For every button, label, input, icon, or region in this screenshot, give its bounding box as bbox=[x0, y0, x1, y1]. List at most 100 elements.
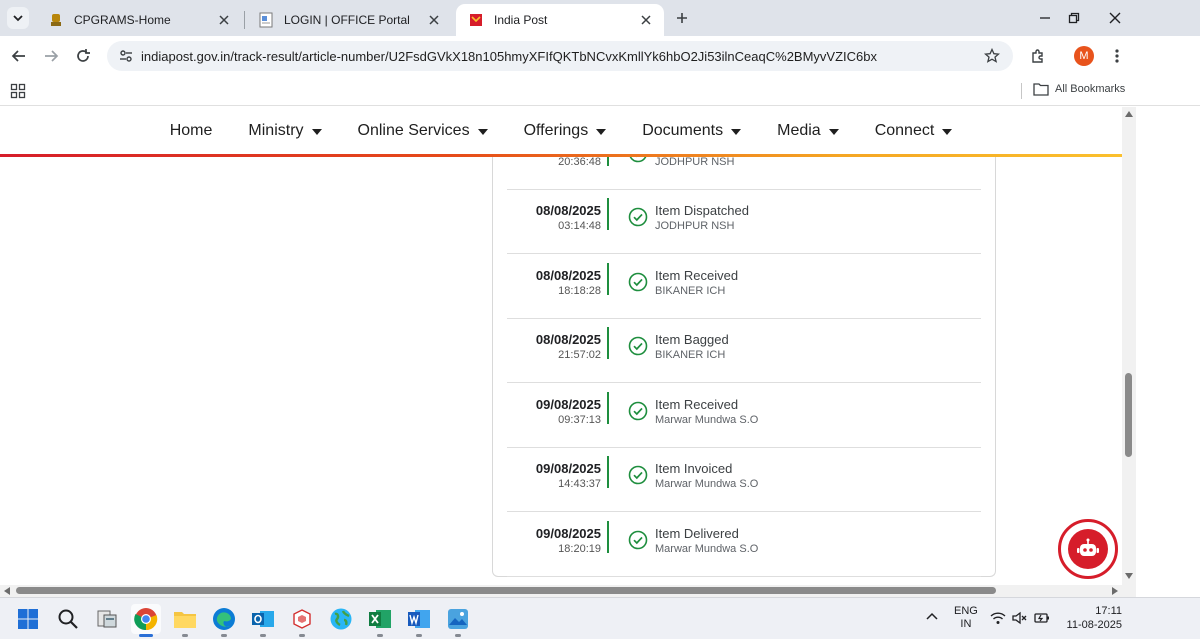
vertical-scrollbar[interactable] bbox=[1122, 107, 1136, 585]
minimize-button[interactable] bbox=[1035, 8, 1055, 28]
system-clock[interactable]: 17:11 11-08-2025 bbox=[1062, 604, 1122, 632]
tab-india-post[interactable]: India Post bbox=[456, 4, 664, 36]
volume-muted-icon[interactable] bbox=[1012, 611, 1028, 625]
document-icon bbox=[258, 12, 274, 28]
check-circle-icon bbox=[628, 272, 648, 292]
address-bar[interactable]: indiapost.gov.in/track-result/article-nu… bbox=[107, 41, 1013, 71]
taskbar-search[interactable] bbox=[53, 604, 83, 634]
event-date: 08/08/2025 bbox=[535, 203, 601, 218]
event-time: 18:18:28 bbox=[558, 285, 601, 297]
show-hidden-icons-chevron-icon[interactable] bbox=[925, 610, 939, 624]
url-text: indiapost.gov.in/track-result/article-nu… bbox=[141, 48, 877, 64]
battery-charging-icon[interactable] bbox=[1034, 611, 1050, 625]
close-icon bbox=[1109, 12, 1121, 24]
vertical-scroll-thumb[interactable] bbox=[1125, 373, 1132, 457]
nav-ministry[interactable]: Ministry bbox=[248, 122, 322, 140]
check-circle-icon bbox=[628, 401, 648, 421]
photos-icon bbox=[448, 609, 468, 629]
folder-icon bbox=[1033, 83, 1049, 96]
close-icon[interactable] bbox=[216, 12, 232, 28]
close-icon[interactable] bbox=[426, 12, 442, 28]
timeline-line bbox=[607, 392, 609, 424]
active-indicator bbox=[139, 634, 153, 637]
tab-title: CPGRAMS-Home bbox=[74, 13, 171, 27]
event-status: Item Delivered bbox=[655, 526, 739, 541]
event-date: 09/08/2025 bbox=[535, 526, 601, 541]
new-tab-button[interactable] bbox=[672, 8, 692, 28]
nav-offerings[interactable]: Offerings bbox=[524, 122, 607, 140]
timeline-line bbox=[607, 327, 609, 359]
scroll-right-arrow-icon[interactable] bbox=[1112, 587, 1118, 595]
extensions-button[interactable] bbox=[1028, 46, 1048, 66]
taskbar-outlook[interactable] bbox=[248, 604, 278, 637]
tracking-event-row: 08/08/2025 18:18:28 Item Received BIKANE… bbox=[507, 255, 981, 319]
start-button[interactable] bbox=[13, 604, 43, 634]
nav-label: Media bbox=[777, 122, 821, 139]
event-time: 18:20:19 bbox=[558, 543, 601, 555]
tab-search-button[interactable] bbox=[7, 7, 29, 29]
more-vertical-icon bbox=[1115, 49, 1119, 63]
taskbar-store[interactable] bbox=[287, 604, 317, 637]
nav-label: Documents bbox=[642, 122, 724, 139]
restore-icon bbox=[1068, 12, 1080, 24]
windows-taskbar: ENG IN 17:11 11-08-2025 bbox=[0, 597, 1200, 639]
back-button[interactable] bbox=[9, 46, 29, 66]
running-indicator bbox=[299, 634, 305, 637]
nav-home[interactable]: Home bbox=[170, 122, 213, 140]
running-indicator bbox=[221, 634, 227, 637]
excel-icon bbox=[369, 610, 391, 628]
check-circle-icon bbox=[628, 336, 648, 356]
close-window-button[interactable] bbox=[1105, 8, 1125, 28]
scroll-down-arrow-icon[interactable] bbox=[1125, 573, 1133, 579]
taskbar-edge[interactable] bbox=[209, 604, 239, 637]
scroll-left-arrow-icon[interactable] bbox=[4, 587, 10, 595]
caret-down-icon bbox=[942, 129, 953, 135]
taskbar-chrome[interactable] bbox=[131, 604, 161, 637]
taskbar-word[interactable] bbox=[404, 604, 434, 637]
profile-avatar[interactable]: M bbox=[1074, 46, 1094, 66]
bookmarks-separator bbox=[1021, 83, 1022, 99]
horizontal-scrollbar[interactable] bbox=[0, 585, 1122, 597]
scroll-up-arrow-icon[interactable] bbox=[1125, 111, 1133, 117]
bookmark-star-icon[interactable] bbox=[979, 48, 1005, 64]
close-icon[interactable] bbox=[638, 12, 654, 28]
tab-title: India Post bbox=[494, 13, 548, 27]
nav-connect[interactable]: Connect bbox=[875, 122, 953, 140]
check-circle-icon bbox=[628, 207, 648, 227]
tab-strip: CPGRAMS-Home LOGIN | OFFICE Portal India… bbox=[0, 0, 1200, 36]
input-language-indicator[interactable]: ENG IN bbox=[954, 605, 978, 631]
taskbar-file-manager[interactable] bbox=[92, 604, 122, 634]
wifi-icon[interactable] bbox=[990, 611, 1006, 625]
nav-media[interactable]: Media bbox=[777, 122, 839, 140]
caret-down-icon bbox=[596, 129, 607, 135]
plus-icon bbox=[677, 13, 687, 23]
tab-title: LOGIN | OFFICE Portal bbox=[284, 13, 410, 27]
chatbot-button[interactable] bbox=[1058, 519, 1118, 579]
all-bookmarks-button[interactable]: All Bookmarks bbox=[1033, 82, 1125, 96]
event-time: 20:36:48 bbox=[558, 156, 601, 168]
taskbar-file-explorer[interactable] bbox=[170, 604, 200, 637]
tab-office-portal[interactable]: LOGIN | OFFICE Portal bbox=[246, 4, 452, 36]
tab-cpgrams[interactable]: CPGRAMS-Home bbox=[36, 4, 242, 36]
taskbar-globe-app[interactable] bbox=[326, 604, 356, 634]
restore-button[interactable] bbox=[1064, 8, 1084, 28]
apps-grid-icon[interactable] bbox=[10, 83, 26, 99]
nav-label: Home bbox=[169, 122, 213, 139]
event-office: BIKANER ICH bbox=[655, 285, 726, 297]
event-office: Marwar Mundwa S.O bbox=[655, 543, 759, 555]
event-status: Item Received bbox=[655, 397, 739, 412]
site-info-icon[interactable] bbox=[111, 48, 141, 64]
start-icon bbox=[18, 609, 38, 629]
timeline-line bbox=[607, 263, 609, 295]
forward-button[interactable] bbox=[41, 46, 61, 66]
taskbar-excel[interactable] bbox=[365, 604, 395, 637]
nav-documents[interactable]: Documents bbox=[642, 122, 742, 140]
chatbot-icon-bg bbox=[1068, 529, 1108, 569]
browser-menu-button[interactable] bbox=[1107, 46, 1127, 66]
event-date: 09/08/2025 bbox=[535, 461, 601, 476]
nav-online-services[interactable]: Online Services bbox=[358, 122, 488, 140]
reload-button[interactable] bbox=[73, 46, 93, 66]
taskbar-photos[interactable] bbox=[443, 604, 473, 637]
horizontal-scroll-thumb[interactable] bbox=[16, 587, 996, 594]
india-post-icon bbox=[468, 12, 484, 28]
